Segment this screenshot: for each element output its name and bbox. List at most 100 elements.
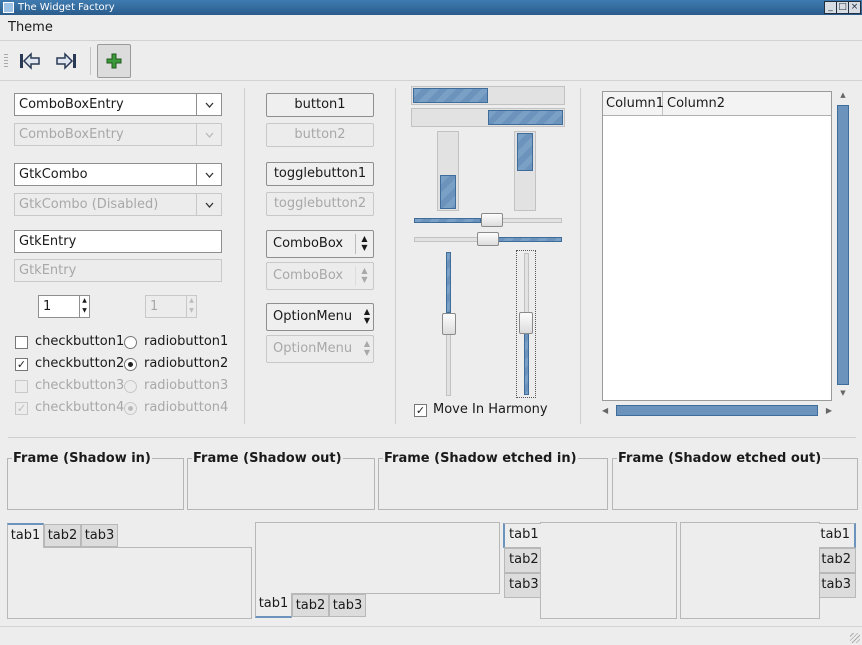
- notebook-top-tab1[interactable]: tab1: [7, 523, 44, 548]
- toolbar-grip[interactable]: [4, 54, 8, 68]
- gtk-entry-disabled: GtkEntry: [14, 259, 222, 282]
- radiobutton4: radiobutton4: [124, 400, 228, 416]
- optionmenu-disabled: OptionMenu ▲ ▼: [266, 335, 374, 363]
- menu-theme[interactable]: Theme: [8, 20, 53, 35]
- scrollbar-thumb[interactable]: [616, 405, 818, 416]
- checkbutton1-label: checkbutton1: [35, 334, 125, 349]
- frame-title: Frame (Shadow etched in): [383, 451, 578, 467]
- hscale1-fill: [414, 218, 481, 223]
- tree-hscrollbar[interactable]: ◀ ▶: [602, 403, 832, 418]
- title-bar[interactable]: The Widget Factory _ □ ×: [0, 0, 862, 15]
- hscale2[interactable]: [414, 231, 562, 247]
- togglebutton2: togglebutton2: [266, 192, 374, 216]
- radiobutton2[interactable]: radiobutton2: [124, 356, 228, 372]
- button1[interactable]: button1: [266, 93, 374, 117]
- notebook-left-tab2[interactable]: tab2: [504, 548, 541, 573]
- notebook-right-tab3[interactable]: tab3: [819, 573, 856, 598]
- notebook-left-tab3[interactable]: tab3: [504, 573, 541, 598]
- combobox-disabled: ComboBox ▲ ▼: [266, 262, 374, 290]
- scroll-down-icon[interactable]: ▼: [835, 389, 851, 401]
- notebook-bottom-pane: [255, 522, 500, 594]
- toolbar: [0, 41, 862, 81]
- notebook-bottom-tab3[interactable]: tab3: [329, 594, 366, 617]
- resize-grip-icon[interactable]: [850, 633, 860, 643]
- chevron-down-icon: [196, 124, 221, 145]
- tree-vscrollbar[interactable]: ▲ ▼: [835, 91, 851, 401]
- gtk-combo[interactable]: GtkCombo: [14, 163, 222, 186]
- notebook-bottom-tab1[interactable]: tab1: [255, 593, 292, 618]
- column2-header[interactable]: Column2: [663, 92, 725, 115]
- scroll-right-icon[interactable]: ▶: [820, 403, 832, 418]
- checkbutton2[interactable]: ✓ checkbutton2: [15, 356, 124, 372]
- notebook-right-pane: [680, 522, 820, 619]
- progress-bar-h1: [411, 86, 565, 105]
- frame-shadow-etched-out: Frame (Shadow etched out): [612, 451, 858, 510]
- notebook-left-pane: [540, 522, 677, 619]
- vscale2-knob[interactable]: [519, 312, 533, 334]
- goto-last-icon: [56, 52, 76, 70]
- move-in-harmony-check[interactable]: ✓ Move In Harmony: [414, 402, 548, 418]
- radio-icon: [124, 335, 137, 349]
- gtk-entry[interactable]: GtkEntry: [14, 230, 222, 253]
- app-icon: [3, 2, 14, 13]
- radiobutton2-label: radiobutton2: [144, 356, 229, 371]
- move-in-harmony-label: Move In Harmony: [433, 402, 548, 417]
- radiobutton4-label: radiobutton4: [144, 400, 229, 415]
- add-icon: [106, 53, 122, 69]
- radiobutton1-label: radiobutton1: [144, 334, 229, 349]
- checkbox-checked-icon: ✓: [15, 401, 28, 415]
- chevron-down-icon[interactable]: [196, 94, 221, 115]
- optionmenu-text: OptionMenu: [273, 309, 353, 324]
- combobox-entry[interactable]: ComboBoxEntry: [14, 93, 222, 116]
- vscale1[interactable]: [441, 252, 457, 396]
- checkbox-checked-icon: ✓: [15, 357, 28, 371]
- radio-selected-icon: [124, 357, 137, 371]
- add-button[interactable]: [97, 44, 131, 78]
- frame-title: Frame (Shadow in): [12, 451, 152, 467]
- spin-arrows-icon: ▲ ▼: [186, 296, 196, 317]
- checkbox-icon: [15, 335, 28, 349]
- radio-selected-icon: [124, 401, 137, 415]
- window-title: The Widget Factory: [18, 2, 115, 13]
- notebook-top-tab2[interactable]: tab2: [44, 524, 81, 547]
- tree-header: Column1 Column2: [603, 92, 831, 116]
- close-button[interactable]: ×: [848, 1, 861, 14]
- combobox[interactable]: ComboBox ▲ ▼: [266, 230, 374, 258]
- gtk-combo-text: GtkCombo: [19, 167, 88, 182]
- notebook-top-tab3[interactable]: tab3: [81, 524, 118, 547]
- progress-fill: [488, 110, 563, 125]
- vscale1-fill: [446, 252, 451, 313]
- radiobutton1[interactable]: radiobutton1: [124, 334, 228, 350]
- notebook-right-tab1[interactable]: tab1: [819, 523, 856, 548]
- notebook-right-tab2[interactable]: tab2: [819, 548, 856, 573]
- spin-arrows-icon[interactable]: ▲ ▼: [79, 296, 89, 317]
- scroll-up-icon[interactable]: ▲: [835, 91, 851, 103]
- hscale2-knob[interactable]: [477, 232, 499, 246]
- updown-arrows-icon: ▲ ▼: [363, 307, 370, 325]
- notebook-bottom-tab2[interactable]: tab2: [292, 594, 329, 617]
- radiobutton3: radiobutton3: [124, 378, 228, 394]
- scrollbar-thumb[interactable]: [837, 105, 849, 385]
- vscale1-knob[interactable]: [442, 313, 456, 335]
- frame-title: Frame (Shadow out): [192, 451, 343, 467]
- goto-last-button[interactable]: [50, 45, 82, 77]
- tree-view[interactable]: Column1 Column2: [602, 91, 832, 401]
- goto-first-button[interactable]: [14, 45, 46, 77]
- scroll-left-icon[interactable]: ◀: [602, 403, 614, 418]
- column-separator: [395, 88, 396, 424]
- chevron-down-icon[interactable]: [196, 164, 221, 185]
- column1-header[interactable]: Column1: [603, 92, 664, 115]
- checkbutton1[interactable]: checkbutton1: [15, 334, 124, 350]
- optionmenu[interactable]: OptionMenu ▲ ▼: [266, 303, 374, 331]
- hscale1-knob[interactable]: [481, 213, 503, 227]
- vscale2-fill: [524, 325, 529, 395]
- frame-shadow-in: Frame (Shadow in): [7, 451, 184, 510]
- togglebutton1[interactable]: togglebutton1: [266, 162, 374, 186]
- hscale1[interactable]: [414, 212, 562, 228]
- radio-icon: [124, 379, 137, 393]
- spin-button[interactable]: 1 ▲ ▼: [38, 295, 90, 318]
- frame-shadow-out: Frame (Shadow out): [187, 451, 375, 510]
- notebook-left-tab1[interactable]: tab1: [503, 523, 541, 548]
- vscale2[interactable]: [516, 250, 536, 398]
- checkbutton3: checkbutton3: [15, 378, 124, 394]
